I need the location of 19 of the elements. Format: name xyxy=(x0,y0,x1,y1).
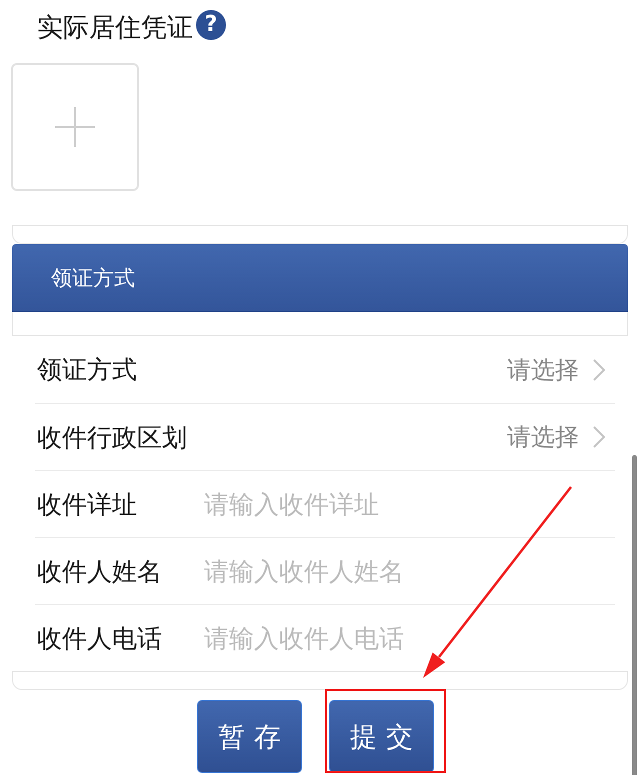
action-button[interactable]: 暂 存 xyxy=(197,700,302,773)
help-button[interactable]: ? xyxy=(196,10,226,40)
input-field[interactable]: 请输入收件人姓名 xyxy=(204,551,615,591)
section-title: 实际居住凭证 xyxy=(37,12,193,45)
panel-title: 领证方式 xyxy=(51,264,135,292)
select-field[interactable]: 请选择 xyxy=(507,421,615,453)
field-label: 收件详址 xyxy=(37,488,138,520)
input-field[interactable]: 请输入收件人电话 xyxy=(204,618,615,658)
chevron-right-icon xyxy=(593,426,605,448)
field-label: 收件行政区划 xyxy=(37,422,188,454)
upload-tile[interactable] xyxy=(11,63,139,191)
input-field[interactable]: 请输入收件详址 xyxy=(204,484,615,524)
chevron-right-icon xyxy=(593,358,605,380)
field-label: 领证方式 xyxy=(37,354,138,386)
select-field[interactable]: 请选择 xyxy=(507,354,615,386)
action-button[interactable]: 提 交 xyxy=(329,700,434,773)
plus-icon xyxy=(55,107,95,147)
field-label: 收件人电话 xyxy=(37,622,163,654)
field-label: 收件人姓名 xyxy=(37,556,163,588)
